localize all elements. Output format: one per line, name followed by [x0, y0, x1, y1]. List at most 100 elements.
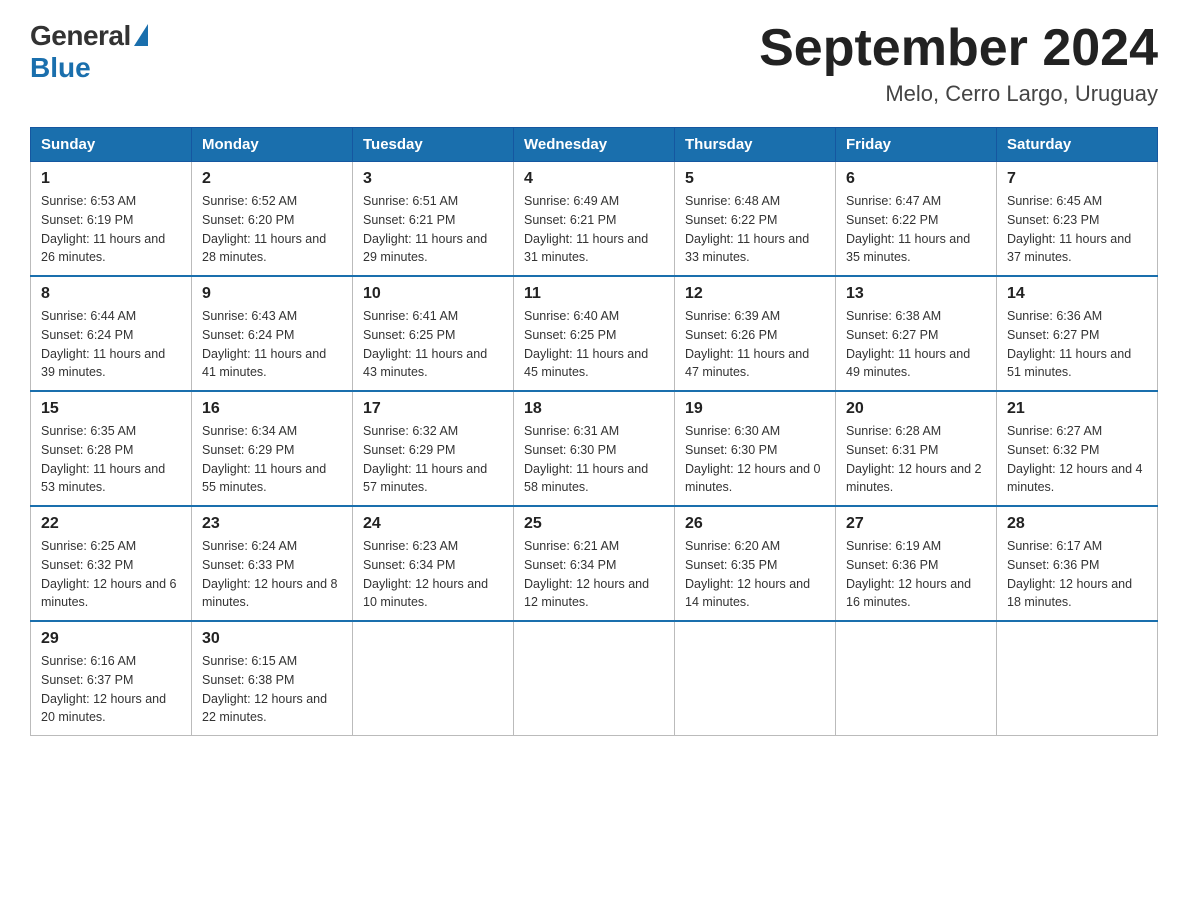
calendar-cell: 1 Sunrise: 6:53 AMSunset: 6:19 PMDaylight…	[31, 162, 192, 277]
calendar-cell: 17Sunrise: 6:32 AMSunset: 6:29 PMDayligh…	[353, 391, 514, 506]
day-info: Sunrise: 6:31 AMSunset: 6:30 PMDaylight:…	[524, 422, 664, 497]
day-number: 10	[363, 285, 503, 303]
day-number: 25	[524, 515, 664, 533]
calendar-cell: 19Sunrise: 6:30 AMSunset: 6:30 PMDayligh…	[675, 391, 836, 506]
header-sunday: Sunday	[31, 128, 192, 162]
calendar-cell: 29 Sunrise: 6:16 AMSunset: 6:37 PMDayligh…	[31, 621, 192, 736]
day-info: Sunrise: 6:47 AMSunset: 6:22 PMDaylight:…	[846, 192, 986, 267]
day-number: 11	[524, 285, 664, 303]
calendar-cell: 12Sunrise: 6:39 AMSunset: 6:26 PMDayligh…	[675, 276, 836, 391]
calendar-cell: 15 Sunrise: 6:35 AMSunset: 6:28 PMDayligh…	[31, 391, 192, 506]
header-thursday: Thursday	[675, 128, 836, 162]
day-info: Sunrise: 6:34 AMSunset: 6:29 PMDaylight:…	[202, 422, 342, 497]
calendar-cell: 6Sunrise: 6:47 AMSunset: 6:22 PMDaylight…	[836, 162, 997, 277]
day-info: Sunrise: 6:39 AMSunset: 6:26 PMDaylight:…	[685, 307, 825, 382]
calendar-table: SundayMondayTuesdayWednesdayThursdayFrid…	[30, 127, 1158, 736]
calendar-cell: 22Sunrise: 6:25 AMSunset: 6:32 PMDayligh…	[31, 506, 192, 621]
month-year-title: September 2024	[759, 20, 1158, 77]
day-info: Sunrise: 6:24 AMSunset: 6:33 PMDaylight:…	[202, 537, 342, 612]
day-info: Sunrise: 6:49 AMSunset: 6:21 PMDaylight:…	[524, 192, 664, 267]
day-number: 21	[1007, 400, 1147, 418]
calendar-cell	[997, 621, 1158, 736]
day-info: Sunrise: 6:36 AMSunset: 6:27 PMDaylight:…	[1007, 307, 1147, 382]
day-number: 26	[685, 515, 825, 533]
calendar-cell: 14 Sunrise: 6:36 AMSunset: 6:27 PMDayligh…	[997, 276, 1158, 391]
header-wednesday: Wednesday	[514, 128, 675, 162]
day-info: Sunrise: 6:20 AMSunset: 6:35 PMDaylight:…	[685, 537, 825, 612]
calendar-cell	[514, 621, 675, 736]
day-info: Sunrise: 6:23 AMSunset: 6:34 PMDaylight:…	[363, 537, 503, 612]
calendar-cell: 26 Sunrise: 6:20 AMSunset: 6:35 PMDayligh…	[675, 506, 836, 621]
day-number: 5	[685, 170, 825, 188]
day-info: Sunrise: 6:40 AMSunset: 6:25 PMDaylight:…	[524, 307, 664, 382]
day-number: 4	[524, 170, 664, 188]
day-number: 1	[41, 170, 181, 188]
calendar-cell	[836, 621, 997, 736]
page-header: General Blue September 2024 Melo, Cerro …	[30, 20, 1158, 107]
calendar-cell: 13 Sunrise: 6:38 AMSunset: 6:27 PMDayligh…	[836, 276, 997, 391]
day-info: Sunrise: 6:38 AMSunset: 6:27 PMDaylight:…	[846, 307, 986, 382]
day-info: Sunrise: 6:21 AMSunset: 6:34 PMDaylight:…	[524, 537, 664, 612]
logo-general-text: General	[30, 20, 131, 52]
day-info: Sunrise: 6:43 AMSunset: 6:24 PMDaylight:…	[202, 307, 342, 382]
day-number: 24	[363, 515, 503, 533]
calendar-cell: 21 Sunrise: 6:27 AMSunset: 6:32 PMDayligh…	[997, 391, 1158, 506]
day-info: Sunrise: 6:52 AMSunset: 6:20 PMDaylight:…	[202, 192, 342, 267]
calendar-cell	[675, 621, 836, 736]
calendar-cell: 5 Sunrise: 6:48 AMSunset: 6:22 PMDaylight…	[675, 162, 836, 277]
day-number: 14	[1007, 285, 1147, 303]
day-number: 2	[202, 170, 342, 188]
calendar-cell: 30 Sunrise: 6:15 AMSunset: 6:38 PMDayligh…	[192, 621, 353, 736]
calendar-cell: 3 Sunrise: 6:51 AMSunset: 6:21 PMDaylight…	[353, 162, 514, 277]
calendar-cell: 11 Sunrise: 6:40 AMSunset: 6:25 PMDayligh…	[514, 276, 675, 391]
day-number: 15	[41, 400, 181, 418]
day-info: Sunrise: 6:19 AMSunset: 6:36 PMDaylight:…	[846, 537, 986, 612]
week-row-4: 22Sunrise: 6:25 AMSunset: 6:32 PMDayligh…	[31, 506, 1158, 621]
day-info: Sunrise: 6:53 AMSunset: 6:19 PMDaylight:…	[41, 192, 181, 267]
day-number: 7	[1007, 170, 1147, 188]
calendar-cell: 4 Sunrise: 6:49 AMSunset: 6:21 PMDaylight…	[514, 162, 675, 277]
calendar-cell: 23 Sunrise: 6:24 AMSunset: 6:33 PMDayligh…	[192, 506, 353, 621]
day-info: Sunrise: 6:32 AMSunset: 6:29 PMDaylight:…	[363, 422, 503, 497]
day-number: 29	[41, 630, 181, 648]
calendar-cell: 20Sunrise: 6:28 AMSunset: 6:31 PMDayligh…	[836, 391, 997, 506]
day-number: 27	[846, 515, 986, 533]
location-subtitle: Melo, Cerro Largo, Uruguay	[759, 81, 1158, 107]
day-number: 3	[363, 170, 503, 188]
day-info: Sunrise: 6:44 AMSunset: 6:24 PMDaylight:…	[41, 307, 181, 382]
day-number: 23	[202, 515, 342, 533]
day-number: 22	[41, 515, 181, 533]
title-block: September 2024 Melo, Cerro Largo, Urugua…	[759, 20, 1158, 107]
calendar-cell: 9 Sunrise: 6:43 AMSunset: 6:24 PMDaylight…	[192, 276, 353, 391]
header-friday: Friday	[836, 128, 997, 162]
day-info: Sunrise: 6:15 AMSunset: 6:38 PMDaylight:…	[202, 652, 342, 727]
day-number: 20	[846, 400, 986, 418]
day-info: Sunrise: 6:41 AMSunset: 6:25 PMDaylight:…	[363, 307, 503, 382]
calendar-cell: 16Sunrise: 6:34 AMSunset: 6:29 PMDayligh…	[192, 391, 353, 506]
header-tuesday: Tuesday	[353, 128, 514, 162]
logo-blue-text: Blue	[30, 52, 91, 84]
week-row-1: 1 Sunrise: 6:53 AMSunset: 6:19 PMDaylight…	[31, 162, 1158, 277]
calendar-cell: 27 Sunrise: 6:19 AMSunset: 6:36 PMDayligh…	[836, 506, 997, 621]
day-info: Sunrise: 6:30 AMSunset: 6:30 PMDaylight:…	[685, 422, 825, 497]
calendar-cell: 28Sunrise: 6:17 AMSunset: 6:36 PMDayligh…	[997, 506, 1158, 621]
calendar-cell: 7Sunrise: 6:45 AMSunset: 6:23 PMDaylight…	[997, 162, 1158, 277]
day-info: Sunrise: 6:48 AMSunset: 6:22 PMDaylight:…	[685, 192, 825, 267]
header-saturday: Saturday	[997, 128, 1158, 162]
day-info: Sunrise: 6:35 AMSunset: 6:28 PMDaylight:…	[41, 422, 181, 497]
day-number: 30	[202, 630, 342, 648]
day-info: Sunrise: 6:51 AMSunset: 6:21 PMDaylight:…	[363, 192, 503, 267]
day-info: Sunrise: 6:16 AMSunset: 6:37 PMDaylight:…	[41, 652, 181, 727]
day-number: 13	[846, 285, 986, 303]
calendar-cell: 18 Sunrise: 6:31 AMSunset: 6:30 PMDayligh…	[514, 391, 675, 506]
week-row-5: 29 Sunrise: 6:16 AMSunset: 6:37 PMDayligh…	[31, 621, 1158, 736]
day-info: Sunrise: 6:27 AMSunset: 6:32 PMDaylight:…	[1007, 422, 1147, 497]
header-monday: Monday	[192, 128, 353, 162]
day-number: 9	[202, 285, 342, 303]
calendar-cell: 24 Sunrise: 6:23 AMSunset: 6:34 PMDayligh…	[353, 506, 514, 621]
day-number: 18	[524, 400, 664, 418]
calendar-header-row: SundayMondayTuesdayWednesdayThursdayFrid…	[31, 128, 1158, 162]
day-number: 8	[41, 285, 181, 303]
week-row-2: 8 Sunrise: 6:44 AMSunset: 6:24 PMDaylight…	[31, 276, 1158, 391]
calendar-cell: 25 Sunrise: 6:21 AMSunset: 6:34 PMDayligh…	[514, 506, 675, 621]
